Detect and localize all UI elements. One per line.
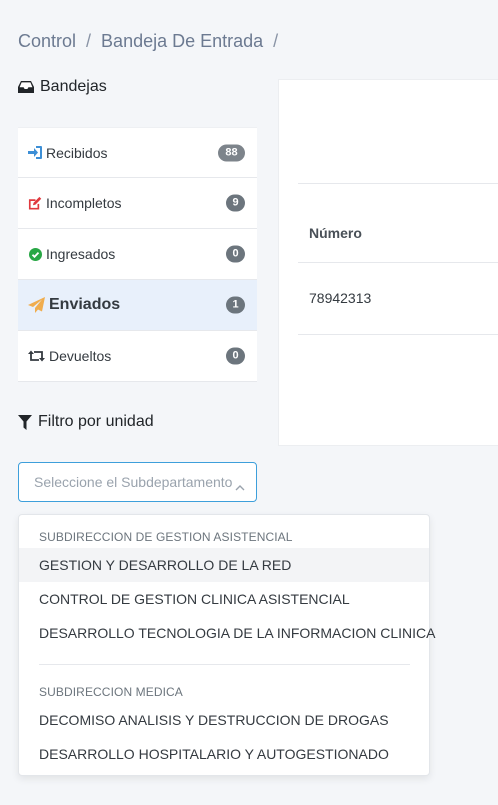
inboxes-title: Bandejas	[18, 78, 107, 96]
breadcrumb: Control / Bandeja De Entrada /	[18, 31, 288, 52]
inboxes-title-label: Bandejas	[40, 78, 107, 95]
count-badge: 0	[226, 245, 245, 263]
inbox-list: Recibidos 88 Incompletos 9 Ingresados 0 …	[18, 127, 257, 382]
inbox-item-ingresados[interactable]: Ingresados 0	[18, 229, 257, 280]
dropdown-option[interactable]: DESARROLLO TECNOLOGIA DE LA INFORMACION …	[19, 616, 436, 650]
inbox-item-label: Ingresados	[46, 246, 116, 262]
dropdown-option[interactable]: GESTION Y DESARROLLO DE LA RED	[19, 548, 429, 582]
dropdown-group-label: SUBDIRECCION MEDICA	[39, 685, 183, 699]
inbox-item-enviados[interactable]: Enviados 1	[18, 280, 257, 331]
check-circle-icon	[28, 247, 42, 261]
breadcrumb-control-link[interactable]: Control	[18, 31, 76, 52]
divider	[298, 334, 498, 335]
table-cell-numero[interactable]: 78942313	[309, 290, 371, 306]
paper-plane-icon	[28, 297, 45, 314]
count-badge: 0	[226, 347, 245, 365]
divider	[298, 262, 498, 263]
subdepartment-dropdown: SUBDIRECCION DE GESTION ASISTENCIAL GEST…	[18, 514, 436, 776]
inbox-item-label: Devueltos	[49, 348, 112, 364]
inbox-item-label: Enviados	[49, 296, 121, 313]
select-placeholder: Seleccione el Subdepartamento	[34, 474, 233, 490]
chevron-up-icon	[235, 478, 245, 494]
edit-icon	[28, 196, 42, 210]
dropdown-option[interactable]: CONTROL DE GESTION CLINICA ASISTENCIAL	[19, 582, 429, 616]
retweet-icon	[28, 349, 45, 363]
filter-title-label: Filtro por unidad	[38, 413, 154, 430]
breadcrumb-bandeja-link[interactable]: Bandeja De Entrada	[101, 31, 263, 52]
inbox-item-recibidos[interactable]: Recibidos 88	[18, 127, 257, 178]
sign-in-icon	[28, 146, 42, 160]
dropdown-option[interactable]: DESARROLLO HOSPITALARIO Y AUTOGESTIONADO	[19, 737, 429, 771]
filter-title: Filtro por unidad	[18, 413, 154, 431]
count-badge: 88	[218, 144, 245, 161]
breadcrumb-separator: /	[86, 31, 92, 51]
inbox-item-devueltos[interactable]: Devueltos 0	[18, 331, 257, 382]
inbox-item-label: Recibidos	[46, 144, 108, 161]
breadcrumb-separator: /	[273, 31, 279, 51]
dropdown-option[interactable]: DECOMISO ANALISIS Y DESTRUCCION DE DROGA…	[19, 703, 429, 737]
dropdown-group-label: SUBDIRECCION DE GESTION ASISTENCIAL	[39, 530, 293, 544]
subdepartment-select[interactable]: Seleccione el Subdepartamento	[18, 462, 257, 502]
column-header-numero: Número	[309, 225, 362, 241]
results-card: Número 78942313	[278, 79, 498, 446]
inbox-icon	[18, 80, 34, 94]
inbox-item-label: Incompletos	[46, 195, 122, 211]
divider	[298, 183, 498, 184]
dropdown-divider	[39, 664, 410, 665]
count-badge: 1	[226, 296, 245, 314]
count-badge: 9	[226, 194, 245, 212]
filter-icon	[18, 414, 32, 430]
inbox-item-incompletos[interactable]: Incompletos 9	[18, 178, 257, 229]
